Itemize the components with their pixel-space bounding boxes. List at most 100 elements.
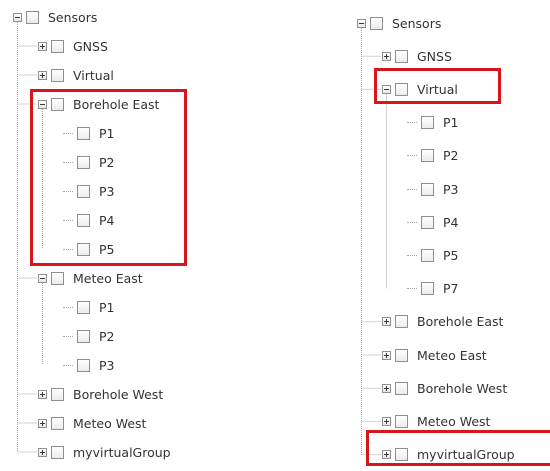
tree-node-borehole-east[interactable]: Borehole East xyxy=(38,93,159,115)
checkbox-icon[interactable] xyxy=(395,315,408,329)
tree-node-label: Borehole East xyxy=(417,314,504,330)
checkbox-icon[interactable] xyxy=(77,242,90,256)
plus-expander-icon[interactable] xyxy=(382,383,391,393)
tree-connector xyxy=(63,161,73,163)
tree-connector xyxy=(407,155,417,157)
checkbox-icon[interactable] xyxy=(51,68,64,82)
right-tree-lines xyxy=(361,28,387,456)
checkbox-icon[interactable] xyxy=(51,39,64,53)
tree-node-meteo-west[interactable]: Meteo West xyxy=(382,410,490,432)
tree-node-p1[interactable]: P1 xyxy=(407,112,459,134)
tree-node-virtual[interactable]: Virtual xyxy=(382,78,458,100)
tree-node-p7[interactable]: P7 xyxy=(407,278,459,300)
plus-expander-icon[interactable] xyxy=(382,350,391,360)
checkbox-icon[interactable] xyxy=(421,215,434,229)
checkbox-icon[interactable] xyxy=(370,16,383,30)
checkbox-icon[interactable] xyxy=(26,10,39,24)
checkbox-icon[interactable] xyxy=(77,184,90,198)
tree-node-label: P3 xyxy=(99,183,115,199)
plus-expander-icon[interactable] xyxy=(38,418,47,428)
tree-node-label: P2 xyxy=(99,328,115,344)
checkbox-icon[interactable] xyxy=(395,448,408,462)
tree-node-p3[interactable]: P3 xyxy=(63,354,115,376)
plus-expander-icon[interactable] xyxy=(38,389,47,399)
plus-expander-icon[interactable] xyxy=(382,416,391,426)
tree-connector xyxy=(63,364,73,366)
tree-node-label: P3 xyxy=(443,181,459,197)
checkbox-icon[interactable] xyxy=(51,271,64,285)
tree-node-label: P3 xyxy=(99,357,115,373)
checkbox-icon[interactable] xyxy=(77,213,90,227)
tree-node-borehole-west[interactable]: Borehole West xyxy=(38,383,163,405)
tree-node-label: Borehole West xyxy=(417,380,508,396)
checkbox-icon[interactable] xyxy=(51,445,64,459)
tree-connector xyxy=(407,221,417,223)
tree-node-p5[interactable]: P5 xyxy=(407,244,459,266)
tree-node-sensors[interactable]: Sensors xyxy=(357,12,441,34)
plus-expander-icon[interactable] xyxy=(38,41,47,51)
plus-expander-icon[interactable] xyxy=(382,317,391,327)
minus-expander-icon[interactable] xyxy=(38,99,47,109)
tree-node-p5[interactable]: P5 xyxy=(63,238,115,260)
checkbox-icon[interactable] xyxy=(421,282,434,296)
tree-node-p2[interactable]: P2 xyxy=(63,325,115,347)
tree-connector xyxy=(407,188,417,190)
tree-node-p1[interactable]: P1 xyxy=(63,122,115,144)
tree-connector xyxy=(63,190,73,192)
tree-node-virtual[interactable]: Virtual xyxy=(38,64,114,86)
tree-node-myvirtualgroup[interactable]: myvirtualGroup xyxy=(382,444,515,466)
left-tree-panel: Sensors GNSS Virtual Borehole East P1 P2 P3 P4 P… xyxy=(0,0,335,471)
checkbox-icon[interactable] xyxy=(77,126,90,140)
tree-node-label: P5 xyxy=(99,241,115,257)
checkbox-icon[interactable] xyxy=(51,416,64,430)
tree-node-p3[interactable]: P3 xyxy=(407,178,459,200)
tree-connector xyxy=(63,248,73,250)
minus-expander-icon[interactable] xyxy=(13,12,22,22)
tree-node-label: P2 xyxy=(99,154,115,170)
checkbox-icon[interactable] xyxy=(395,82,408,96)
checkbox-icon[interactable] xyxy=(395,381,408,395)
checkbox-icon[interactable] xyxy=(77,155,90,169)
checkbox-icon[interactable] xyxy=(395,49,408,63)
tree-node-gnss[interactable]: GNSS xyxy=(38,35,108,57)
minus-expander-icon[interactable] xyxy=(38,273,47,283)
tree-node-label: P5 xyxy=(443,247,459,263)
checkbox-icon[interactable] xyxy=(77,300,90,314)
plus-expander-icon[interactable] xyxy=(382,51,391,61)
plus-expander-icon[interactable] xyxy=(38,447,47,457)
checkbox-icon[interactable] xyxy=(421,116,434,130)
checkbox-icon[interactable] xyxy=(51,387,64,401)
tree-node-p2[interactable]: P2 xyxy=(63,151,115,173)
tree-node-meteo-west[interactable]: Meteo West xyxy=(38,412,146,434)
tree-node-sensors[interactable]: Sensors xyxy=(13,6,97,28)
minus-expander-icon[interactable] xyxy=(357,18,366,28)
tree-node-label: GNSS xyxy=(417,48,452,64)
tree-node-label: P1 xyxy=(443,115,459,131)
checkbox-icon[interactable] xyxy=(51,97,64,111)
checkbox-icon[interactable] xyxy=(421,182,434,196)
tree-node-meteo-east[interactable]: Meteo East xyxy=(38,267,143,289)
checkbox-icon[interactable] xyxy=(77,329,90,343)
tree-node-meteo-east[interactable]: Meteo East xyxy=(382,344,487,366)
plus-expander-icon[interactable] xyxy=(382,450,391,460)
tree-node-p4[interactable]: P4 xyxy=(63,209,115,231)
tree-node-p3[interactable]: P3 xyxy=(63,180,115,202)
tree-node-label: Borehole East xyxy=(73,96,160,112)
plus-expander-icon[interactable] xyxy=(38,70,47,80)
checkbox-icon[interactable] xyxy=(77,358,90,372)
checkbox-icon[interactable] xyxy=(421,248,434,262)
tree-node-label: Sensors xyxy=(48,9,98,25)
tree-node-myvirtualgroup[interactable]: myvirtualGroup xyxy=(38,441,171,463)
tree-node-gnss[interactable]: GNSS xyxy=(382,45,452,67)
checkbox-icon[interactable] xyxy=(395,414,408,428)
tree-node-p2[interactable]: P2 xyxy=(407,145,459,167)
checkbox-icon[interactable] xyxy=(395,348,408,362)
checkbox-icon[interactable] xyxy=(421,149,434,163)
tree-connector xyxy=(407,122,417,124)
tree-node-p4[interactable]: P4 xyxy=(407,211,459,233)
minus-expander-icon[interactable] xyxy=(382,84,391,94)
tree-node-borehole-west[interactable]: Borehole West xyxy=(382,377,507,399)
tree-node-p1[interactable]: P1 xyxy=(63,296,115,318)
tree-node-label: myvirtualGroup xyxy=(417,447,515,463)
tree-node-borehole-east[interactable]: Borehole East xyxy=(382,311,503,333)
